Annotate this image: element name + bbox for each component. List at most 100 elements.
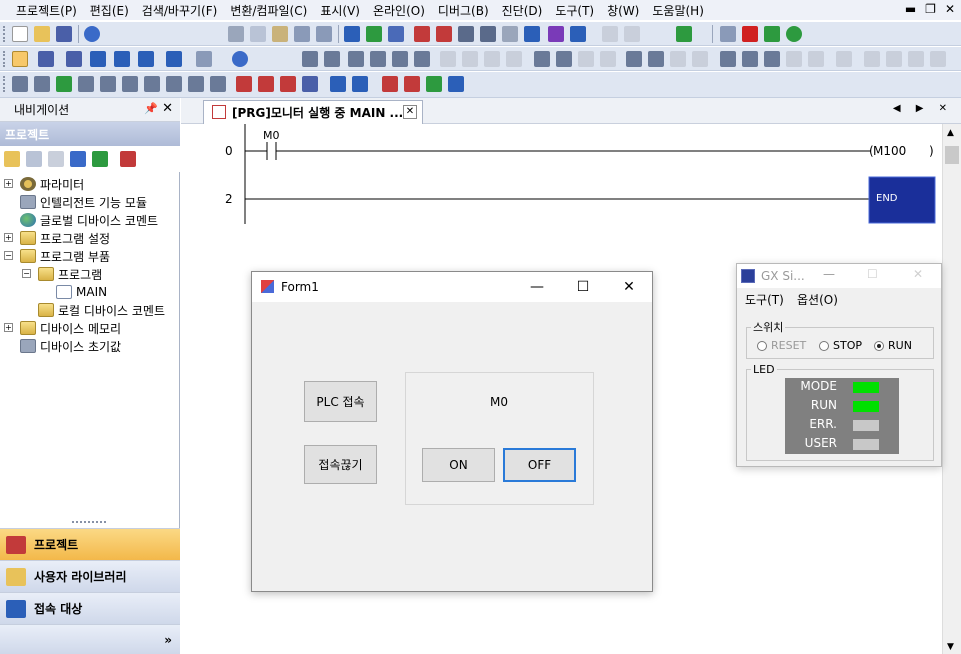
read-plc-icon[interactable] (436, 26, 452, 42)
edit8-icon[interactable] (166, 76, 182, 92)
help2-icon[interactable] (232, 51, 248, 67)
coil-icon[interactable] (392, 51, 408, 67)
nav-library-button[interactable]: 사용자 라이브러리 (0, 560, 180, 592)
caf5-icon[interactable] (742, 51, 758, 67)
menu-diagnostics[interactable]: 진단(D) (502, 2, 543, 19)
minimize-icon[interactable]: ▬ (905, 2, 916, 16)
edit4-icon[interactable] (78, 76, 94, 92)
edit15-icon[interactable] (330, 76, 346, 92)
tree-item-main[interactable]: MAIN (40, 283, 107, 301)
status-icon[interactable] (786, 26, 802, 42)
radio-stop[interactable]: STOP (819, 339, 862, 352)
radio-run[interactable]: RUN (874, 339, 912, 352)
dev2-icon[interactable] (114, 51, 130, 67)
device-icon[interactable] (344, 26, 360, 42)
edit20-icon[interactable] (448, 76, 464, 92)
ladder-mode-icon[interactable] (12, 51, 28, 67)
vertical-scrollbar[interactable]: ▲ ▼ (942, 124, 961, 654)
edit7-icon[interactable] (144, 76, 160, 92)
replace-icon[interactable] (502, 26, 518, 42)
warning-icon[interactable] (764, 26, 780, 42)
device-list-icon[interactable] (524, 26, 540, 42)
sfc-icon[interactable] (38, 51, 54, 67)
menu-project[interactable]: 프로젝트(P) (16, 2, 77, 19)
convert-icon[interactable] (388, 26, 404, 42)
cut-icon[interactable] (228, 26, 244, 42)
edit9-icon[interactable] (188, 76, 204, 92)
simulator-icon[interactable] (720, 26, 736, 42)
tree-item-program[interactable]: − 프로그램 (22, 265, 102, 283)
edit12-icon[interactable] (258, 76, 274, 92)
tab-scroll[interactable]: ◀ ▶ ✕ (893, 103, 953, 114)
edit18-icon[interactable] (404, 76, 420, 92)
del-vline-icon[interactable] (506, 51, 522, 67)
contact-nc-icon[interactable] (324, 51, 340, 67)
help-icon[interactable] (84, 26, 100, 42)
contact-no-icon[interactable] (302, 51, 318, 67)
vline-icon[interactable] (462, 51, 478, 67)
edit6-icon[interactable] (122, 76, 138, 92)
gx-menu-tools[interactable]: 도구(T) (745, 291, 784, 308)
list-icon[interactable] (66, 51, 82, 67)
tree-item-local-comment[interactable]: 로컬 디바이스 코멘트 (22, 301, 165, 319)
close-icon[interactable]: ✕ (606, 272, 652, 302)
edit11-icon[interactable] (236, 76, 252, 92)
start-monitor-icon[interactable] (676, 26, 692, 42)
tree-item-global-comment[interactable]: 글로벌 디바이스 코멘트 (4, 211, 158, 229)
menu-edit[interactable]: 편집(E) (90, 2, 129, 19)
search-icon[interactable] (480, 26, 496, 42)
edit14-icon[interactable] (302, 76, 318, 92)
edit17-icon[interactable] (382, 76, 398, 92)
af5-icon[interactable] (720, 51, 736, 67)
menu-find-replace[interactable]: 검색/바꾸기(F) (142, 2, 218, 19)
close-icon[interactable]: ✕ (945, 2, 955, 16)
radio-reset[interactable]: RESET (757, 339, 806, 352)
on-button[interactable]: ON (422, 448, 495, 482)
pin-icon[interactable]: 📌 (144, 102, 158, 115)
rising-icon[interactable] (534, 51, 550, 67)
save-icon[interactable] (56, 26, 72, 42)
saf5-icon[interactable] (626, 51, 642, 67)
tree-item-device-memory[interactable]: + 디바이스 메모리 (4, 319, 121, 337)
tree-item-program-parts[interactable]: − 프로그램 부품 (4, 247, 110, 265)
paste-icon[interactable] (272, 26, 288, 42)
monitor-icon[interactable] (366, 26, 382, 42)
caf10-icon[interactable] (764, 51, 780, 67)
statement-icon[interactable] (624, 26, 640, 42)
open-icon[interactable] (34, 26, 50, 42)
zoom-icon[interactable] (196, 51, 212, 67)
tree-item-program-settings[interactable]: + 프로그램 설정 (4, 229, 110, 247)
new-item-icon[interactable] (4, 151, 20, 167)
plc-connect-button[interactable]: PLC 접속 (304, 381, 377, 422)
redo-icon[interactable] (316, 26, 332, 42)
saf6-icon[interactable] (648, 51, 664, 67)
online-change-icon[interactable] (548, 26, 564, 42)
menu-view[interactable]: 표시(V) (320, 2, 360, 19)
menu-window[interactable]: 창(W) (607, 2, 639, 19)
tree-item-parameter[interactable]: + 파라미터 (4, 175, 84, 193)
saf8-icon[interactable] (692, 51, 708, 67)
copy-item-icon[interactable] (26, 151, 42, 167)
edit2-icon[interactable] (34, 76, 50, 92)
f10-icon[interactable] (786, 51, 802, 67)
close-icon[interactable]: ✕ (913, 267, 923, 281)
menu-convert-compile[interactable]: 변환/컴파일(C) (230, 2, 307, 19)
device-batch-icon[interactable] (570, 26, 586, 42)
maximize-icon[interactable]: ☐ (560, 272, 606, 302)
af9-icon[interactable] (808, 51, 824, 67)
gx-menu-options[interactable]: 옵션(O) (797, 291, 838, 308)
nav-more-button[interactable]: » (0, 624, 180, 654)
edit16-icon[interactable] (352, 76, 368, 92)
edit3-icon[interactable] (56, 76, 72, 92)
nav-project-button[interactable]: 프로젝트 (0, 528, 180, 560)
copy-icon[interactable] (250, 26, 266, 42)
parallel-no-icon[interactable] (348, 51, 364, 67)
close-icon[interactable]: ✕ (162, 101, 173, 116)
comment-icon[interactable] (602, 26, 618, 42)
st-icon[interactable] (836, 51, 852, 67)
minimize-icon[interactable]: — (514, 272, 560, 302)
falling-icon[interactable] (556, 51, 572, 67)
write-plc-icon[interactable] (414, 26, 430, 42)
del-hline-icon[interactable] (484, 51, 500, 67)
restore-icon[interactable]: ❐ (925, 2, 936, 16)
